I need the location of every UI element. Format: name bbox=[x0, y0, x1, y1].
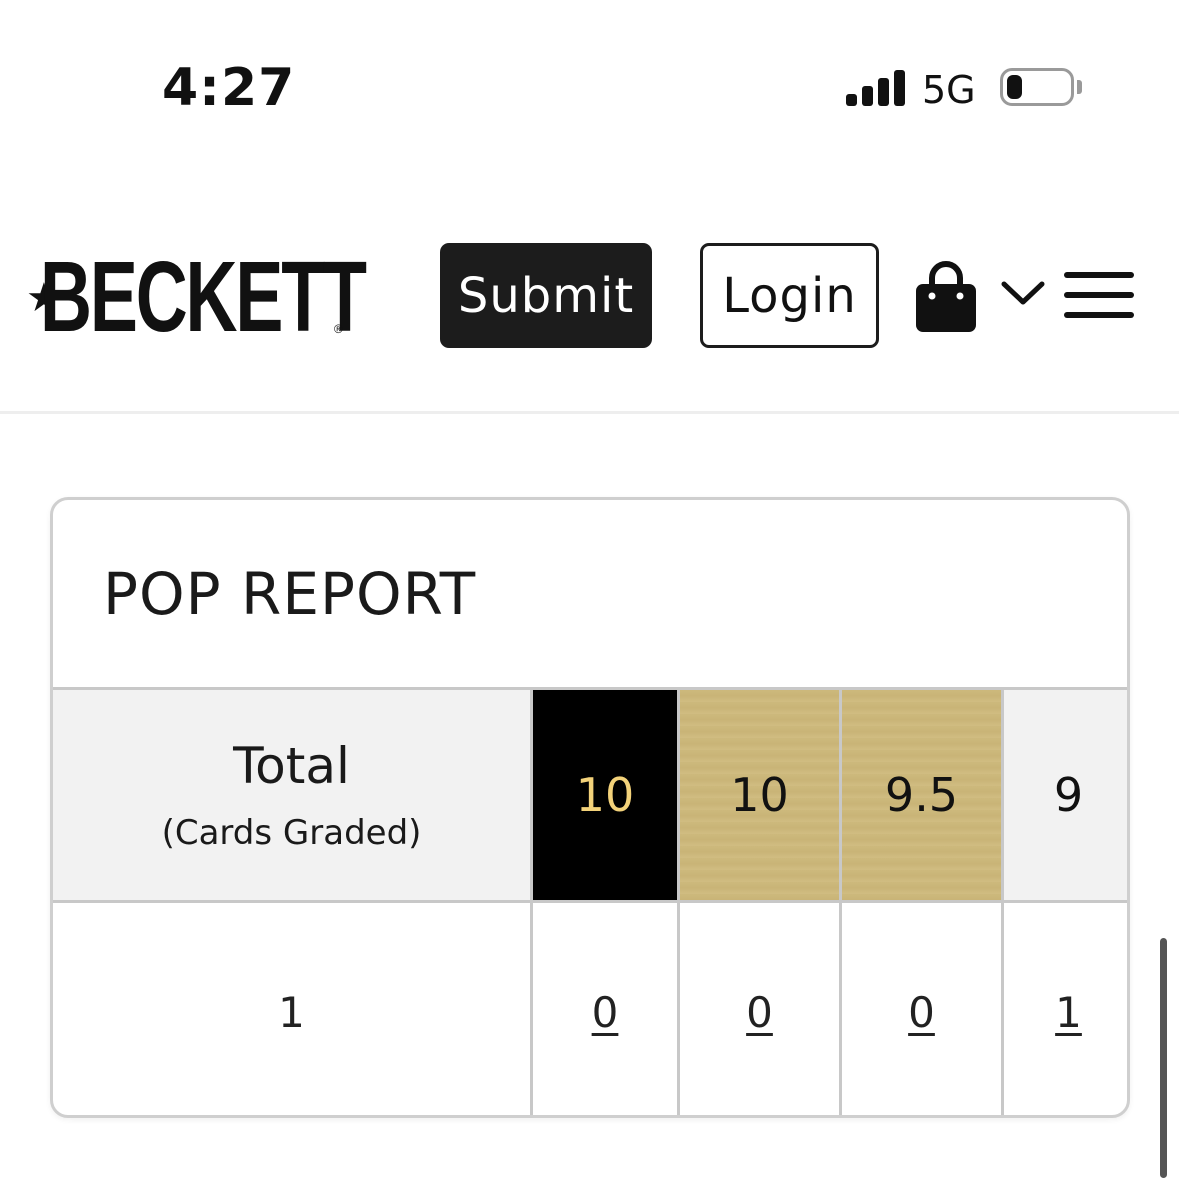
battery-cap bbox=[1077, 80, 1082, 94]
submit-button[interactable]: Submit bbox=[440, 243, 652, 348]
total-header-cell: Total (Cards Graded) bbox=[53, 690, 533, 900]
battery-icon bbox=[1000, 68, 1074, 106]
grade-count-link[interactable]: 1 bbox=[1055, 988, 1082, 1037]
pop-report-title: POP REPORT bbox=[103, 560, 477, 628]
total-label: Total bbox=[233, 737, 350, 795]
count-cell: 0 bbox=[680, 903, 842, 1115]
total-value: 1 bbox=[278, 987, 305, 1037]
signal-strength-icon bbox=[846, 70, 906, 106]
logo-text: BECKETT bbox=[40, 241, 367, 353]
grade-label: 10 bbox=[730, 768, 789, 822]
chevron-down-icon[interactable] bbox=[1000, 278, 1046, 308]
count-cell: 0 bbox=[533, 903, 680, 1115]
status-time: 4:27 bbox=[162, 58, 296, 118]
count-cell: 1 bbox=[1004, 903, 1127, 1115]
grade-header-cell: 10 bbox=[533, 690, 680, 900]
network-label: 5G bbox=[922, 68, 976, 112]
grade-header-cell: 10 bbox=[680, 690, 842, 900]
grade-header-cell: 9.5 bbox=[842, 690, 1004, 900]
login-button[interactable]: Login bbox=[700, 243, 879, 348]
grade-header-cell: 9 bbox=[1004, 690, 1127, 900]
beckett-logo[interactable]: ★ BECKETT ® bbox=[26, 247, 367, 347]
vertical-scrollbar[interactable] bbox=[1160, 938, 1167, 1178]
status-bar: 4:27 5G bbox=[0, 0, 1179, 180]
grade-header-row: Total (Cards Graded) 10 10 9.5 9 bbox=[53, 690, 1127, 900]
site-header: ★ BECKETT ® Submit Login bbox=[0, 180, 1179, 414]
grade-count-link[interactable]: 0 bbox=[908, 988, 935, 1037]
total-sublabel: (Cards Graded) bbox=[161, 813, 422, 853]
grade-count-link[interactable]: 0 bbox=[746, 988, 773, 1037]
grade-label: 9 bbox=[1053, 768, 1084, 822]
grade-label: 9.5 bbox=[884, 768, 959, 822]
shopping-bag-icon[interactable] bbox=[914, 260, 978, 334]
hamburger-menu-icon[interactable] bbox=[1064, 270, 1134, 320]
pop-report-card: POP REPORT Total (Cards Graded) 10 10 9.… bbox=[50, 497, 1130, 1118]
registered-mark: ® bbox=[334, 322, 343, 336]
grade-label: 10 bbox=[575, 768, 635, 822]
grade-count-link[interactable]: 0 bbox=[592, 988, 619, 1037]
count-cell: 0 bbox=[842, 903, 1004, 1115]
total-value-cell: 1 bbox=[53, 903, 533, 1115]
grade-count-row: 1 0 0 0 1 bbox=[53, 903, 1127, 1115]
